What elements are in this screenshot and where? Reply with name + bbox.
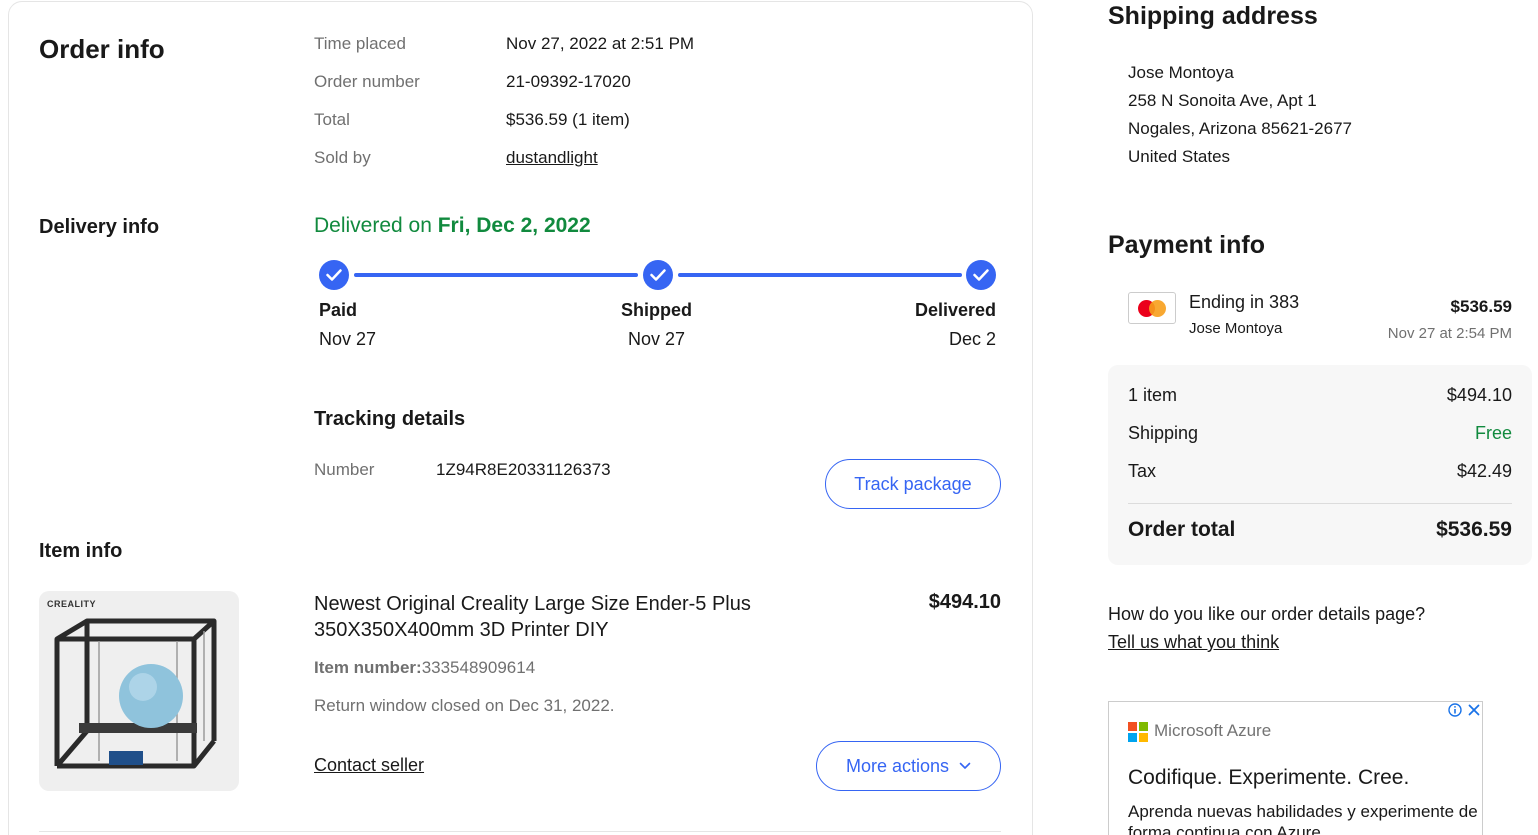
card-ending: Ending in 383 bbox=[1189, 292, 1300, 312]
summary-shipping-label: Shipping bbox=[1128, 423, 1199, 443]
return-window-text: Return window closed on Dec 31, 2022. bbox=[314, 696, 615, 715]
progress-segment-paid-shipped bbox=[354, 273, 638, 277]
ms-logo-red bbox=[1128, 722, 1137, 731]
address-name: Jose Montoya bbox=[1128, 63, 1234, 82]
order-number-label: Order number bbox=[314, 72, 420, 91]
payment-amount: $536.59 bbox=[1450, 297, 1512, 316]
payment-info-heading: Payment info bbox=[1108, 231, 1265, 259]
item-image-brand: CREALITY bbox=[47, 599, 96, 609]
tracking-number-label: Number bbox=[314, 460, 375, 479]
total-value: $536.59 (1 item) bbox=[506, 110, 630, 129]
item-price: $494.10 bbox=[928, 591, 1001, 613]
order-details-card: Order info Time placed Nov 27, 2022 at 2… bbox=[8, 1, 1033, 835]
chevron-down-icon bbox=[959, 762, 971, 769]
ad-headline: Codifique. Experimente. Cree. bbox=[1128, 766, 1410, 789]
ms-logo-blue bbox=[1128, 733, 1137, 742]
address-country: United States bbox=[1128, 147, 1231, 166]
order-number-value: 21-09392-17020 bbox=[506, 72, 631, 91]
step-paid-label: Paid bbox=[319, 300, 358, 320]
printer-image-icon bbox=[54, 618, 217, 769]
payment-time: Nov 27 at 2:54 PM bbox=[1387, 325, 1512, 342]
ms-logo-yellow bbox=[1139, 733, 1148, 742]
tracking-number-value: 1Z94R8E20331126373 bbox=[436, 460, 611, 479]
section-divider bbox=[39, 831, 1001, 832]
summary-tax-label: Tax bbox=[1128, 461, 1157, 481]
step-shipped-date: Nov 27 bbox=[628, 329, 686, 349]
mastercard-yellow-circle bbox=[1149, 300, 1166, 317]
item-image[interactable]: CREALITY bbox=[39, 591, 239, 791]
summary-shipping-value: Free bbox=[1474, 423, 1512, 443]
order-info-heading: Order info bbox=[39, 34, 165, 64]
ad-controls bbox=[1448, 703, 1480, 717]
tracking-details-heading: Tracking details bbox=[314, 408, 466, 430]
time-placed-value: Nov 27, 2022 at 2:51 PM bbox=[506, 34, 695, 53]
step-paid-date: Nov 27 bbox=[319, 329, 377, 349]
feedback-question: How do you like our order details page? bbox=[1108, 604, 1426, 624]
item-number-label: Item number: bbox=[314, 658, 422, 677]
summary-items-label: 1 item bbox=[1128, 385, 1178, 405]
order-total-value: $536.59 bbox=[1436, 518, 1512, 541]
contact-seller-link[interactable]: Contact seller bbox=[314, 755, 424, 776]
step-delivered-label: Delivered bbox=[914, 300, 996, 320]
order-summary: 1 item $494.10 Shipping Free Tax $42.49 … bbox=[1108, 365, 1532, 565]
summary-items-value: $494.10 bbox=[1446, 385, 1512, 405]
summary-tax-value: $42.49 bbox=[1456, 461, 1512, 481]
mastercard-icon bbox=[1128, 292, 1176, 324]
ad-banner[interactable]: Microsoft Azure Codifique. Experimente. … bbox=[1108, 701, 1483, 835]
item-number-value: 333548909614 bbox=[421, 658, 536, 677]
more-actions-label: More actions bbox=[845, 755, 950, 776]
more-actions-button[interactable]: More actions bbox=[816, 741, 1001, 791]
summary-divider bbox=[1128, 503, 1512, 504]
step-delivered-date: Dec 2 bbox=[948, 329, 996, 349]
microsoft-logo-icon bbox=[1128, 722, 1148, 742]
ms-logo-green bbox=[1139, 722, 1148, 731]
ad-brand: Microsoft Azure bbox=[1154, 721, 1272, 740]
progress-segment-shipped-delivered bbox=[678, 273, 962, 277]
step-delivered-check-icon bbox=[966, 260, 996, 290]
shipping-address-heading: Shipping address bbox=[1108, 2, 1318, 30]
delivery-status: Delivered on Fri, Dec 2, 2022 bbox=[314, 214, 591, 238]
card-holder: Jose Montoya bbox=[1189, 320, 1283, 337]
feedback-link[interactable]: Tell us what you think bbox=[1108, 632, 1279, 653]
sold-by-label: Sold by bbox=[314, 148, 371, 167]
step-shipped-check-icon bbox=[643, 260, 673, 290]
item-number: Item number:333548909614 bbox=[314, 658, 535, 678]
seller-link[interactable]: dustandlight bbox=[506, 148, 598, 168]
total-label: Total bbox=[314, 110, 350, 129]
address-city: Nogales, Arizona 85621-2677 bbox=[1128, 119, 1352, 138]
track-package-button[interactable]: Track package bbox=[825, 459, 1001, 509]
item-info-heading: Item info bbox=[39, 540, 123, 562]
delivery-status-date: Fri, Dec 2, 2022 bbox=[437, 214, 591, 237]
ad-body: Aprenda nuevas habilidades y experimente… bbox=[1128, 802, 1478, 835]
order-total-label: Order total bbox=[1128, 518, 1236, 541]
time-placed-label: Time placed bbox=[314, 34, 406, 53]
ad-info-icon[interactable] bbox=[1448, 703, 1462, 717]
delivery-status-prefix: Delivered on bbox=[314, 214, 438, 237]
item-title-link[interactable]: Newest Original Creality Large Size Ende… bbox=[314, 591, 814, 643]
ad-close-icon[interactable] bbox=[1468, 703, 1480, 717]
address-street: 258 N Sonoita Ave, Apt 1 bbox=[1128, 91, 1317, 110]
step-shipped-label: Shipped bbox=[621, 300, 692, 320]
step-paid-check-icon bbox=[319, 260, 349, 290]
delivery-info-heading: Delivery info bbox=[39, 216, 160, 238]
